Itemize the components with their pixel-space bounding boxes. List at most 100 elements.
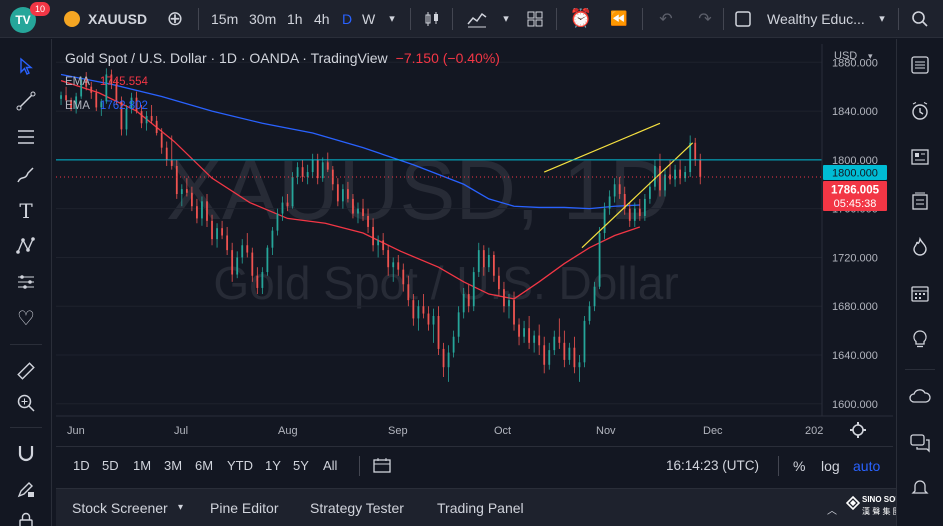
candles-icon[interactable]: [420, 0, 444, 38]
candle-body: [417, 306, 420, 319]
candle-body: [649, 186, 651, 199]
candle-body: [190, 192, 193, 207]
layout-name-button[interactable]: Wealthy Educ...: [767, 0, 865, 38]
ruler-icon[interactable]: [12, 357, 40, 385]
date-tick-label: Sep: [388, 425, 408, 437]
fib-lines-icon[interactable]: [12, 123, 40, 151]
candle-body: [155, 120, 158, 134]
tab-trading-panel[interactable]: Trading Panel: [437, 500, 524, 516]
auto-scale-toggle[interactable]: auto: [853, 458, 880, 474]
tab-strategy-tester[interactable]: Strategy Tester: [310, 500, 404, 516]
divider: [10, 427, 42, 428]
range-5d[interactable]: 5D: [102, 458, 119, 473]
ema-legend-2[interactable]: EMA 1762.802: [65, 100, 148, 112]
timeframe-1h[interactable]: 1h: [287, 0, 303, 38]
pattern-icon[interactable]: [12, 232, 40, 260]
indicators-icon[interactable]: [464, 0, 490, 38]
cursor-arrow-icon[interactable]: [12, 52, 40, 80]
timeframe-4h[interactable]: 4h: [314, 0, 330, 38]
watchlist-icon[interactable]: [906, 51, 934, 79]
timeframe-d[interactable]: D: [342, 0, 352, 38]
zoom-in-icon[interactable]: [12, 389, 40, 417]
hotlists-flame-icon[interactable]: [906, 233, 934, 261]
redo-icon[interactable]: ↷: [694, 0, 716, 38]
range-5y[interactable]: 5Y: [293, 458, 309, 473]
range-ytd[interactable]: YTD: [227, 458, 253, 473]
candle-body: [301, 167, 304, 177]
chart-pane[interactable]: XAUUSD, 1D Gold Spot / U.S. Dollar USD ▾…: [56, 44, 893, 444]
cloud-streams-icon[interactable]: [906, 383, 934, 411]
text-tool-icon[interactable]: T: [12, 197, 40, 225]
alarm-clock-icon[interactable]: [906, 97, 934, 125]
range-all[interactable]: All: [323, 458, 337, 473]
candle-body: [185, 189, 188, 193]
search-icon[interactable]: [908, 0, 932, 38]
data-window-icon[interactable]: [906, 187, 934, 215]
compare-add-icon[interactable]: ⊕: [164, 0, 186, 38]
candle-body: [452, 336, 455, 353]
candle-body: [583, 320, 586, 363]
candle-body: [397, 262, 400, 270]
candle-body: [427, 313, 430, 325]
fullscreen-square-icon[interactable]: [732, 0, 754, 38]
calendar-icon[interactable]: [906, 279, 934, 307]
range-6m[interactable]: 6M: [195, 458, 213, 473]
timeframe-w[interactable]: W: [362, 0, 375, 38]
log-scale-toggle[interactable]: log: [821, 458, 840, 474]
prediction-icon[interactable]: [12, 268, 40, 296]
symbol-search-button[interactable]: XAUUSD: [64, 0, 147, 38]
candle-body: [613, 184, 616, 197]
range-1m[interactable]: 1M: [133, 458, 151, 473]
replay-icon[interactable]: ⏪: [606, 0, 632, 38]
candle-body: [699, 159, 702, 177]
range-1d[interactable]: 1D: [73, 458, 90, 473]
alert-clock-icon[interactable]: ⏰: [568, 0, 594, 38]
candle-body: [60, 95, 62, 99]
undo-icon[interactable]: ↶: [655, 0, 677, 38]
chevron-down-icon[interactable]: ▾: [874, 0, 890, 38]
bar-countdown-text: 05:45:38: [834, 198, 877, 210]
ema-legend-1[interactable]: EMA 1745.554: [65, 76, 148, 88]
timeframe-15m[interactable]: 15m: [211, 0, 238, 38]
notifications-bell-icon[interactable]: [906, 473, 934, 501]
candle-body: [472, 272, 475, 307]
percent-scale-toggle[interactable]: %: [793, 458, 805, 474]
candle-body: [236, 257, 239, 275]
chevron-down-icon[interactable]: ▾: [498, 0, 514, 38]
brush-icon[interactable]: [12, 161, 40, 189]
ideas-lightbulb-icon[interactable]: [906, 325, 934, 353]
range-3m[interactable]: 3M: [164, 458, 182, 473]
chart-legend-title[interactable]: Gold Spot / U.S. Dollar · 1D · OANDA · T…: [65, 50, 500, 66]
candle-body: [467, 294, 470, 307]
chat-icon[interactable]: [906, 429, 934, 457]
lock-icon[interactable]: [12, 507, 40, 526]
candle-body: [211, 220, 213, 240]
settings-gear-icon[interactable]: [850, 422, 866, 438]
price-chart[interactable]: XAUUSD, 1D Gold Spot / U.S. Dollar USD ▾…: [56, 44, 893, 444]
utc-clock[interactable]: 16:14:23 (UTC): [666, 458, 759, 473]
timeframe-30m[interactable]: 30m: [249, 0, 276, 38]
lock-pencil-icon[interactable]: [12, 475, 40, 503]
candle-body: [694, 142, 697, 160]
candle-body: [603, 208, 606, 234]
trendline-icon[interactable]: [12, 87, 40, 115]
news-icon[interactable]: [906, 143, 934, 171]
tab-pine-editor[interactable]: Pine Editor: [210, 500, 278, 516]
layouts-grid-icon[interactable]: [523, 0, 547, 38]
range-1y[interactable]: 1Y: [265, 458, 281, 473]
magnet-icon[interactable]: [12, 439, 40, 467]
candle-body: [352, 198, 354, 214]
collapse-panel-icon[interactable]: ︿: [827, 502, 837, 517]
candle-body: [246, 245, 249, 253]
tab-stock-screener[interactable]: Stock Screener: [72, 500, 168, 516]
time-axis[interactable]: Jun Jul Aug Sep Oct Nov Dec 202: [67, 425, 823, 437]
price-tick-label: 1640.000: [832, 350, 878, 362]
chevron-down-icon[interactable]: ▾: [384, 0, 400, 38]
heart-icon[interactable]: ♡: [12, 304, 40, 332]
candle-body: [372, 226, 374, 246]
sino-sound-logo: SINO SOUND 漢 聲 集 團: [846, 492, 913, 526]
chevron-down-icon[interactable]: ▾: [178, 502, 183, 513]
ema-value: 1745.554: [99, 76, 148, 88]
goto-date-icon[interactable]: [373, 457, 391, 473]
bottom-panel-tabs: Stock Screener ▾ Pine Editor Strategy Te…: [56, 488, 913, 526]
